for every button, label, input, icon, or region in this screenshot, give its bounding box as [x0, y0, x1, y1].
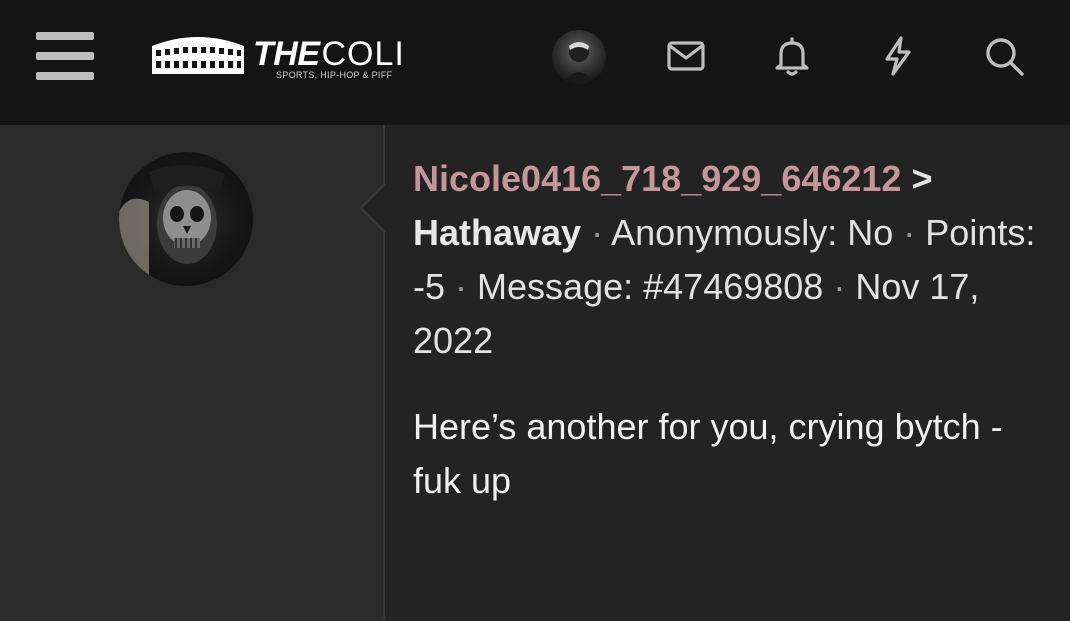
menu-icon[interactable]	[36, 30, 96, 82]
bell-icon[interactable]	[770, 34, 814, 78]
mail-icon[interactable]	[664, 34, 708, 78]
separator: ·	[903, 212, 916, 253]
recipient-link[interactable]: Hathaway	[413, 212, 581, 253]
author-link[interactable]: Nicole0416_718_929_646212	[413, 158, 901, 199]
separator: ·	[455, 266, 468, 307]
reply-arrow: >	[911, 158, 933, 199]
account-avatar[interactable]	[552, 30, 606, 84]
message-id-link[interactable]: Message: #47469808	[477, 266, 823, 307]
brand-tagline: SPORTS, HIP-HOP & PIFF	[276, 70, 393, 80]
author-avatar[interactable]	[119, 152, 253, 286]
search-icon[interactable]	[982, 34, 1026, 78]
top-navigation-bar: THECOLI SPORTS, HIP-HOP & PIFF	[0, 0, 1070, 125]
lightning-icon[interactable]	[876, 34, 920, 78]
brand-name: THECOLI	[253, 35, 405, 73]
post-meta: Nicole0416_718_929_646212 > Hathaway · A…	[413, 152, 1053, 368]
anonymous-status: Anonymously: No	[611, 212, 894, 253]
skull-mask-icon	[119, 164, 225, 286]
separator: ·	[591, 212, 604, 253]
site-logo[interactable]: THECOLI SPORTS, HIP-HOP & PIFF	[148, 30, 428, 86]
separator: ·	[833, 266, 846, 307]
colosseum-icon	[152, 37, 244, 74]
post-body: Here’s another for you, crying bytch - f…	[413, 406, 1003, 501]
